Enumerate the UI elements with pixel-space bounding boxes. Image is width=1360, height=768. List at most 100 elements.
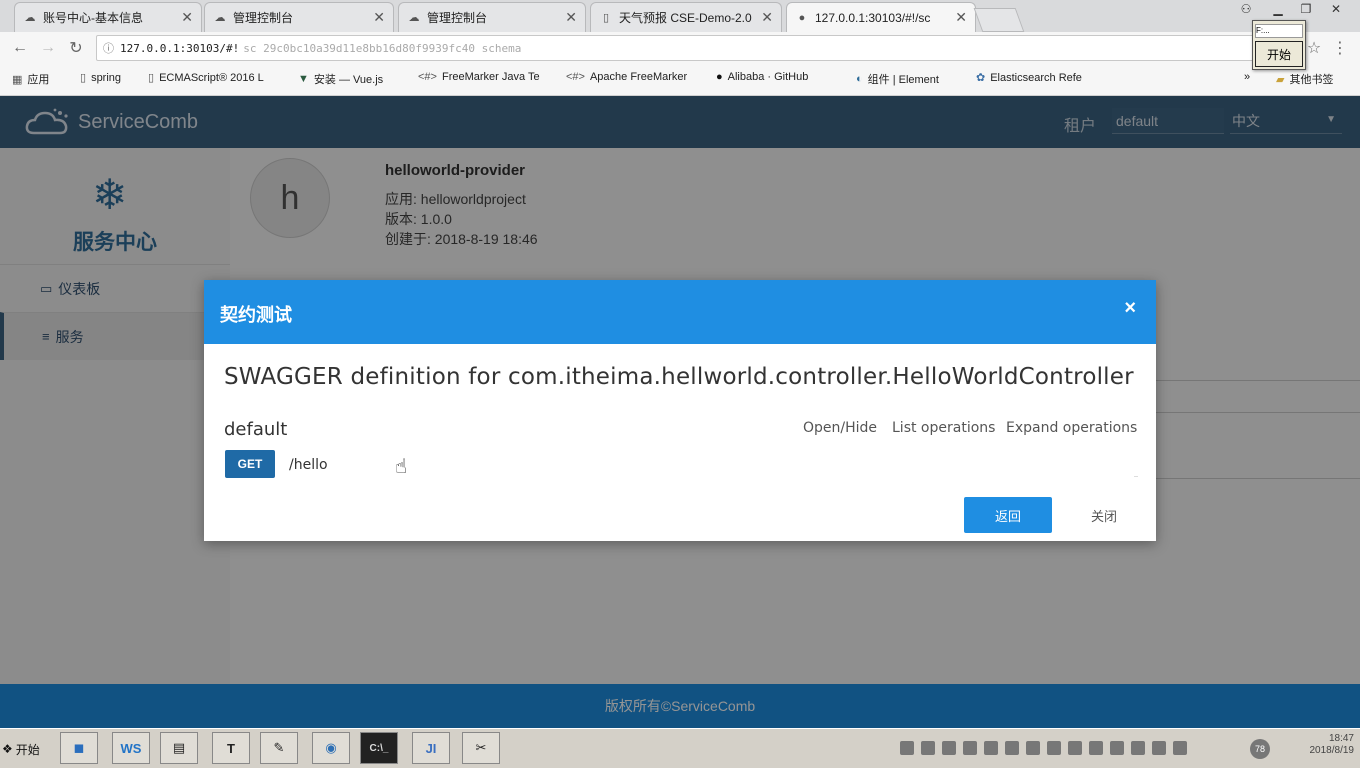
page-icon: ▯: [602, 12, 610, 24]
back-button[interactable]: 返回: [964, 497, 1052, 533]
close-icon[interactable]: ✕: [761, 9, 773, 26]
browser-toolbar: ← → ↻ ⓘ 127.0.0.1:30103/#! sc 29c0bc10a3…: [0, 32, 1360, 64]
browser-tab[interactable]: ☁ 账号中心-基本信息 ✕: [14, 2, 202, 32]
bookmark-item[interactable]: ▯ ECMAScript® 2016 L: [148, 71, 264, 85]
address-path: sc 29c0bc10a39d11e8bb16d80f9939fc40 sche…: [243, 41, 522, 55]
clock[interactable]: 18:47 2018/8/19: [1310, 733, 1355, 757]
modal-title: 契约测试: [220, 305, 292, 325]
taskbar-app-files[interactable]: ◼: [60, 732, 98, 764]
volume-icon[interactable]: [1152, 741, 1166, 755]
address-host: 127.0.0.1:30103/#!: [120, 41, 240, 55]
page-icon: ▯: [80, 72, 87, 84]
close-icon[interactable]: ✕: [373, 9, 385, 26]
popup-mini-window[interactable]: F:...: [1255, 24, 1303, 38]
close-button[interactable]: 关闭: [1064, 497, 1144, 533]
apps-grid-icon: ▦: [12, 73, 23, 86]
browser-tab[interactable]: ☁ 管理控制台 ✕: [398, 2, 586, 32]
network-icon[interactable]: [942, 741, 956, 755]
close-icon[interactable]: ✕: [181, 9, 193, 26]
code-icon: <#>: [566, 71, 585, 83]
maximize-icon[interactable]: ❐: [1292, 0, 1320, 18]
chip-icon[interactable]: [1047, 741, 1061, 755]
bookmark-item[interactable]: ◐ 组件 | Element: [856, 71, 939, 87]
bookmark-item[interactable]: ▼ 安装 — Vue.js: [298, 71, 383, 87]
browser-tab[interactable]: ▯ 天气预报 CSE-Demo-2.0 ✕: [590, 2, 782, 32]
open-hide-link[interactable]: Open/Hide: [803, 420, 877, 436]
folder-icon: ◼: [73, 740, 85, 755]
taskbar-app-explorer[interactable]: ▤: [160, 732, 198, 764]
expand-operations-link[interactable]: Expand operations: [1006, 420, 1137, 436]
minimize-icon[interactable]: ▁: [1264, 0, 1292, 18]
bookmark-item[interactable]: <#> Apache FreeMarker: [566, 71, 687, 83]
other-bookmarks[interactable]: ▰ 其他书签: [1276, 71, 1333, 87]
tray-badge[interactable]: 78: [1250, 739, 1270, 759]
element-icon: ◐: [856, 73, 863, 85]
bookmark-item[interactable]: ✿ Elasticsearch Refe: [976, 71, 1082, 85]
swagger-title: SWAGGER definition for com.itheima.hellw…: [224, 364, 1134, 390]
divider: [1134, 476, 1138, 477]
signal-icon[interactable]: [1173, 741, 1187, 755]
close-icon[interactable]: ✕: [955, 9, 967, 26]
folder-icon: ▰: [1276, 73, 1285, 86]
reload-icon[interactable]: ↻: [66, 38, 86, 58]
taskbar-app-snipping[interactable]: ✂: [462, 732, 500, 764]
bookmark-item[interactable]: ● Alibaba · GitHub: [716, 71, 808, 83]
elastic-icon: ✿: [976, 72, 986, 84]
code-icon: <#>: [418, 71, 437, 83]
cloud-sync-icon[interactable]: [1005, 741, 1019, 755]
close-window-icon[interactable]: ✕: [1322, 0, 1350, 18]
clock-time: 18:47: [1328, 733, 1354, 744]
power-icon[interactable]: [1110, 741, 1124, 755]
new-tab-button[interactable]: [973, 8, 1025, 32]
address-bar[interactable]: ⓘ 127.0.0.1:30103/#! sc 29c0bc10a39d11e8…: [96, 35, 1288, 61]
bookmark-item[interactable]: <#> FreeMarker Java Te: [418, 71, 540, 83]
taskbar-app-text[interactable]: T: [212, 732, 250, 764]
taskbar: ❖ 开始 ◼ WS ▤ T ✎ ◉ C:\_ JI ✂ 78 18:47 201…: [0, 728, 1360, 768]
close-icon[interactable]: ×: [1124, 297, 1136, 320]
bookmarks-bar: ▦ 应用 ▯ spring ▯ ECMAScript® 2016 L ▼ 安装 — Vu…: [0, 64, 1360, 96]
forward-arrow-icon[interactable]: →: [38, 38, 58, 58]
taskbar-app-webstorm[interactable]: WS: [112, 732, 150, 764]
browser-tab-active[interactable]: ● 127.0.0.1:30103/#!/sc ✕: [786, 2, 976, 32]
taskbar-app-console[interactable]: C:\_: [360, 732, 398, 764]
display-icon[interactable]: [963, 741, 977, 755]
menu-kebab-icon[interactable]: ⋮: [1330, 38, 1350, 58]
keyboard-icon[interactable]: [900, 741, 914, 755]
github-icon: ●: [716, 71, 723, 83]
list-operations-link[interactable]: List operations: [892, 420, 995, 436]
help-icon[interactable]: [921, 741, 935, 755]
popup-start-button[interactable]: 开始: [1255, 41, 1303, 67]
cloud-icon: ☁: [408, 12, 420, 24]
start-button[interactable]: ❖ 开始: [2, 735, 48, 763]
security-icon[interactable]: [984, 741, 998, 755]
bluetooth-icon[interactable]: [1089, 741, 1103, 755]
operation-group-name[interactable]: default: [224, 419, 287, 440]
close-icon[interactable]: ✕: [565, 9, 577, 26]
cloud-icon: ☁: [214, 12, 226, 24]
taskbar-app-chrome[interactable]: ◉: [312, 732, 350, 764]
screen-icon[interactable]: [1068, 741, 1082, 755]
more-bookmarks-chevron-icon[interactable]: »: [1244, 71, 1250, 83]
taskbar-app-intellij[interactable]: JI: [412, 732, 450, 764]
start-popup: F:... 开始: [1252, 20, 1306, 70]
bookmark-apps[interactable]: ▦ 应用: [12, 71, 49, 87]
operation-path[interactable]: /hello: [289, 457, 328, 473]
http-method-badge[interactable]: GET: [225, 450, 275, 478]
system-tray: [900, 732, 1358, 764]
browser-tab-strip: ☁ 账号中心-基本信息 ✕ ☁ 管理控制台 ✕ ☁ 管理控制台 ✕ ▯ 天气预报…: [0, 0, 1360, 32]
scissors-icon: ✂: [475, 740, 487, 755]
user-icon[interactable]: ⚇: [1232, 0, 1260, 18]
taskbar-app-tool[interactable]: ✎: [260, 732, 298, 764]
star-icon[interactable]: ☆: [1304, 38, 1324, 58]
vue-icon: ▼: [298, 73, 309, 85]
page-icon: ▯: [148, 72, 155, 84]
window-icon: ▤: [172, 740, 186, 755]
usb-icon[interactable]: [1131, 741, 1145, 755]
browser-tab[interactable]: ☁ 管理控制台 ✕: [204, 2, 394, 32]
info-icon[interactable]: ⓘ: [103, 40, 114, 56]
back-arrow-icon[interactable]: ←: [10, 38, 30, 58]
shield-icon[interactable]: [1026, 741, 1040, 755]
bookmark-item[interactable]: ▯ spring: [80, 71, 121, 85]
chrome-icon: ◉: [325, 740, 337, 755]
incognito-icon: ●: [798, 11, 806, 24]
